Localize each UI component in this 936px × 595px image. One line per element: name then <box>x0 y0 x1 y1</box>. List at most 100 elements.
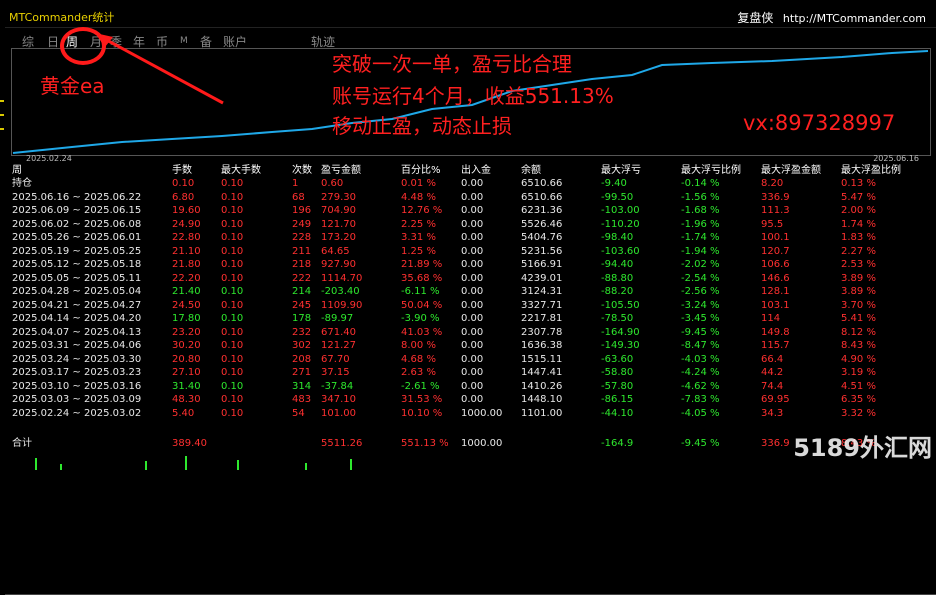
open-positions-row[interactable]: 持仓 0.10 0.10 1 0.60 0.01 % 0.00 6510.66 -9.40 -0.… <box>5 177 936 190</box>
percent-cell: 41.03 % <box>401 326 443 338</box>
max-lots-cell: 0.10 <box>221 245 244 257</box>
website-link[interactable]: http://MTCommander.com <box>783 12 926 25</box>
deposit-cell: 0.00 <box>461 286 484 297</box>
week-cell: 2025.06.02 ~ 2025.06.08 <box>12 218 142 230</box>
balance-cell: 1636.38 <box>521 340 563 351</box>
week-cell: 2025.04.07 ~ 2025.04.13 <box>12 326 142 338</box>
max-lots-cell: 0.10 <box>221 326 244 338</box>
bottom-chart-strip <box>5 450 385 470</box>
week-cell: 2025.06.09 ~ 2025.06.15 <box>12 205 142 216</box>
header-balance[interactable]: 余额 <box>521 164 541 177</box>
header-max-floating-profit-pct[interactable]: 最大浮盈比例 <box>841 164 901 177</box>
max-floating-loss-pct-cell: -2.02 % <box>681 259 720 270</box>
count-cell: 1 <box>292 178 299 189</box>
max-floating-profit-pct-cell: 1.74 % <box>841 218 876 230</box>
header-deposit[interactable]: 出入金 <box>461 164 491 177</box>
profit-cell: 927.90 <box>321 259 356 270</box>
max-floating-loss-cell: -58.80 <box>601 367 634 378</box>
profit-cell: 37.15 <box>321 367 350 378</box>
lots-cell: 48.30 <box>172 394 201 405</box>
table-row[interactable]: 2025.05.05 ~ 2025.05.11 22.20 0.10 222 1114.… <box>5 272 936 285</box>
lots-cell: 20.80 <box>172 353 201 365</box>
table-row[interactable]: 2025.03.10 ~ 2025.03.16 31.40 0.10 314 -37.8… <box>5 380 936 393</box>
header-lots[interactable]: 手数 <box>172 164 192 177</box>
table-row[interactable]: 2025.05.19 ~ 2025.05.25 21.10 0.10 211 64.65… <box>5 245 936 258</box>
table-row[interactable]: 2025.03.17 ~ 2025.03.23 27.10 0.10 271 37.15… <box>5 366 936 379</box>
max-floating-profit-pct-cell: 4.90 % <box>841 353 876 365</box>
header-week[interactable]: 周 <box>12 164 22 177</box>
max-floating-profit-pct-cell: 3.70 % <box>841 299 876 311</box>
count-cell: 314 <box>292 380 312 392</box>
deposit-cell: 0.00 <box>461 191 484 203</box>
header-max-floating-loss[interactable]: 最大浮亏 <box>601 164 641 177</box>
percent-cell: 21.89 % <box>401 259 443 270</box>
profit-cell: 1109.90 <box>321 299 363 311</box>
max-floating-loss-pct-cell: -1.74 % <box>681 232 720 243</box>
balance-cell: 2217.81 <box>521 313 563 324</box>
header-max-floating-profit[interactable]: 最大浮盈金额 <box>761 164 821 177</box>
percent-cell: 3.31 % <box>401 232 436 243</box>
week-cell: 2025.02.24 ~ 2025.03.02 <box>12 407 142 419</box>
profit-cell: 173.20 <box>321 232 356 243</box>
profit-cell: 1114.70 <box>321 272 363 284</box>
title-right-label: 复盘侠 <box>737 11 774 25</box>
max-lots-cell: 0.10 <box>221 313 244 324</box>
table-row[interactable]: 2025.03.03 ~ 2025.03.09 48.30 0.10 483 347.1… <box>5 393 936 406</box>
table-row[interactable]: 2025.03.24 ~ 2025.03.30 20.80 0.10 208 67.70… <box>5 353 936 366</box>
max-lots-cell: 0.10 <box>221 340 244 351</box>
percent-cell: -6.11 % <box>401 286 440 297</box>
total-lots-cell: 389.40 <box>172 438 207 449</box>
table-row[interactable]: 2025.05.12 ~ 2025.05.18 21.80 0.10 218 927.9… <box>5 258 936 271</box>
total-week-cell: 合计 <box>12 438 32 449</box>
header-percent[interactable]: 百分比% <box>401 164 441 177</box>
table-row[interactable]: 2025.06.09 ~ 2025.06.15 19.60 0.10 196 704.9… <box>5 204 936 217</box>
header-count[interactable]: 次数 <box>292 164 312 177</box>
count-cell: 211 <box>292 245 312 257</box>
balance-cell: 5404.76 <box>521 232 563 243</box>
table-row[interactable]: 2025.06.02 ~ 2025.06.08 24.90 0.10 249 121.7… <box>5 218 936 231</box>
volume-bar <box>237 460 239 470</box>
header-max-floating-loss-pct[interactable]: 最大浮亏比例 <box>681 164 741 177</box>
percent-cell: 4.48 % <box>401 191 436 203</box>
table-row[interactable]: 2025.04.14 ~ 2025.04.20 17.80 0.10 178 -89.9… <box>5 312 936 325</box>
max-floating-profit-pct-cell: 1.83 % <box>841 232 876 243</box>
balance-cell: 1515.11 <box>521 353 563 365</box>
balance-cell: 5166.91 <box>521 259 563 270</box>
table-row[interactable]: 2025.02.24 ~ 2025.03.02 5.40 0.10 54 101.00 1… <box>5 407 936 420</box>
lots-cell: 22.20 <box>172 272 201 284</box>
table-row[interactable]: 2025.05.26 ~ 2025.06.01 22.80 0.10 228 173.2… <box>5 231 936 244</box>
count-cell: 218 <box>292 259 312 270</box>
table-row[interactable]: 2025.04.21 ~ 2025.04.27 24.50 0.10 245 1109.… <box>5 299 936 312</box>
max-floating-loss-cell: -88.20 <box>601 286 634 297</box>
lots-cell: 0.10 <box>172 178 195 189</box>
header-max-lots[interactable]: 最大手数 <box>221 164 261 177</box>
count-cell: 232 <box>292 326 312 338</box>
max-floating-loss-cell: -9.40 <box>601 178 627 189</box>
max-floating-profit-pct-cell: 6.35 % <box>841 394 876 405</box>
table-row[interactable]: 2025.04.07 ~ 2025.04.13 23.20 0.10 232 671.4… <box>5 326 936 339</box>
volume-bar <box>185 456 187 470</box>
max-floating-profit-pct-cell: 5.47 % <box>841 191 876 203</box>
volume-bar <box>35 458 37 470</box>
max-floating-loss-cell: -57.80 <box>601 380 634 392</box>
week-cell: 2025.05.26 ~ 2025.06.01 <box>12 232 142 243</box>
volume-bar <box>305 463 307 470</box>
balance-cell: 6231.36 <box>521 205 563 216</box>
max-floating-loss-cell: -44.10 <box>601 407 634 419</box>
table-row[interactable]: 2025.03.31 ~ 2025.04.06 30.20 0.10 302 121.2… <box>5 339 936 352</box>
total-percent-cell: 551.13 % <box>401 438 449 449</box>
percent-cell: -2.61 % <box>401 380 440 392</box>
volume-bar <box>145 461 147 470</box>
table-row[interactable]: 2025.06.16 ~ 2025.06.22 6.80 0.10 68 279.30 4… <box>5 191 936 204</box>
max-lots-cell: 0.10 <box>221 178 244 189</box>
max-floating-loss-cell: -99.50 <box>601 191 634 203</box>
balance-cell: 5526.46 <box>521 218 563 230</box>
week-cell: 2025.04.21 ~ 2025.04.27 <box>12 299 142 311</box>
header-profit[interactable]: 盈亏金额 <box>321 164 361 177</box>
deposit-cell: 0.00 <box>461 380 484 392</box>
table-row[interactable]: 2025.04.28 ~ 2025.05.04 21.40 0.10 214 -203.… <box>5 285 936 298</box>
max-floating-loss-pct-cell: -1.96 % <box>681 218 720 230</box>
balance-cell: 5231.56 <box>521 245 563 257</box>
max-floating-profit-pct-cell: 5.41 % <box>841 313 876 324</box>
week-cell: 2025.05.12 ~ 2025.05.18 <box>12 259 142 270</box>
